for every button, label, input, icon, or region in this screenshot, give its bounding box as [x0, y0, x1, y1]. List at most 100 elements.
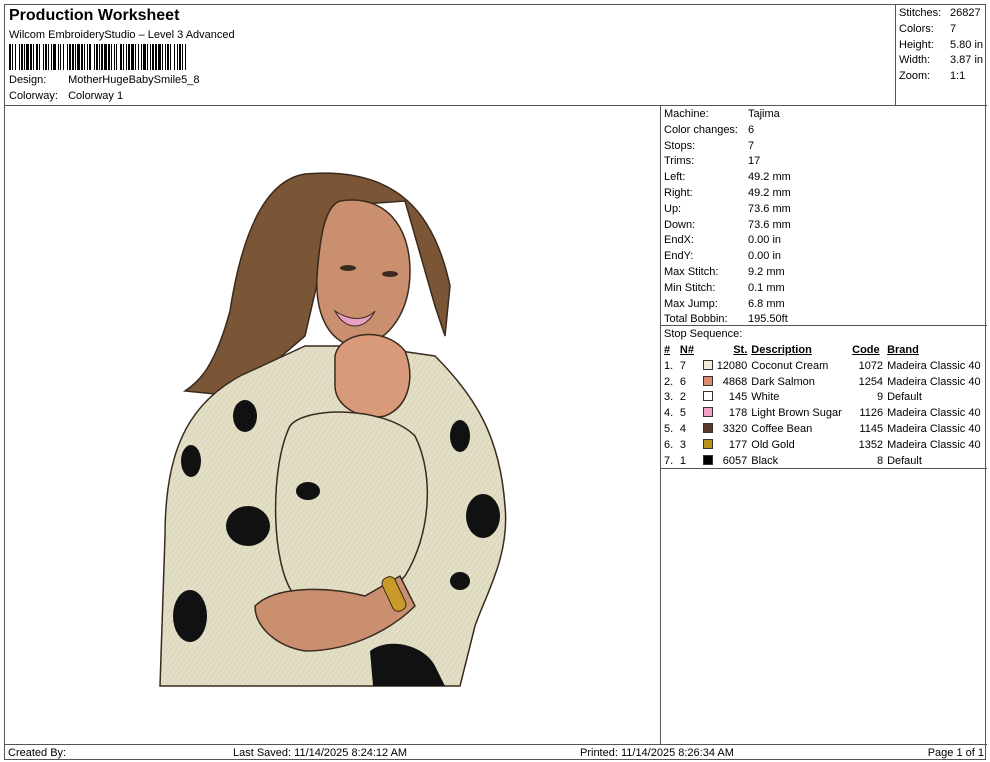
polka-dot: [181, 445, 201, 477]
summary-label: Stitches:: [899, 7, 942, 19]
row-needle: 4: [679, 423, 687, 436]
summary-row: Colors: 7: [899, 22, 987, 38]
row-stitches: 4868: [722, 375, 748, 388]
row-needle: 2: [679, 391, 687, 404]
row-seq: 6.: [664, 438, 674, 451]
swatch-cell: [702, 437, 717, 453]
row-stitches: 6057: [722, 454, 748, 467]
machine-value: 49.2 mm: [748, 171, 791, 184]
row-brand: Madeira Classic 40: [887, 438, 981, 451]
summary-row: Width: 3.87 in: [899, 53, 987, 69]
machine-label: Stops:: [664, 139, 696, 152]
colorway-label: Colorway:: [9, 90, 58, 102]
table-row: 6. 3 177 Old Gold 1352 Madeira Classic 40: [664, 437, 987, 453]
row-brand: Madeira Classic 40: [887, 423, 981, 436]
color-swatch: [702, 391, 713, 402]
machine-value: 6: [748, 123, 755, 136]
polka-dot: [173, 590, 207, 642]
row-brand: Madeira Classic 40: [887, 359, 981, 372]
summary-label: Colors:: [899, 22, 934, 35]
row-needle: 1: [679, 454, 687, 467]
software-subtitle: Wilcom EmbroideryStudio – Level 3 Advanc…: [9, 29, 235, 41]
machine-value: 49.2 mm: [748, 186, 791, 199]
polka-dot: [450, 572, 470, 590]
summary-value: 5.80 in: [950, 38, 984, 51]
stop-sequence-caption: Stop Sequence:: [664, 328, 743, 340]
table-row: 1. 7 12080 Coconut Cream 1072 Madeira Classic…: [664, 358, 987, 374]
barcode: [9, 44, 311, 70]
row-brand: Default: [887, 454, 922, 467]
row-code: 9: [876, 391, 884, 404]
summary-row: Stitches: 26827: [899, 6, 987, 22]
machine-value: 73.6 mm: [748, 202, 791, 215]
machine-label: Right:: [664, 186, 693, 199]
machine-value: 73.6 mm: [748, 218, 791, 231]
machine-label: EndY:: [664, 250, 694, 263]
machine-row: Max Jump: 6.8 mm: [664, 297, 987, 313]
row-description: Dark Salmon: [751, 375, 815, 388]
color-swatch: [702, 454, 713, 465]
machine-value: 0.1 mm: [748, 281, 785, 294]
machine-info: Machine: Tajima Color changes: 6 Stops: 7 T…: [661, 106, 987, 328]
col-seq: #: [664, 344, 671, 356]
row-seq: 3.: [664, 391, 674, 404]
machine-row: Down: 73.6 mm: [664, 218, 987, 234]
summary-value: 26827: [950, 7, 981, 19]
row-seq: 5.: [664, 423, 674, 436]
machine-value: 0.00 in: [748, 234, 782, 247]
machine-row: Stops: 7: [664, 139, 987, 155]
machine-value: 0.00 in: [748, 250, 782, 263]
table-header-row: # N# St. Description Code Brand: [664, 342, 987, 358]
color-swatch: [702, 438, 713, 449]
row-stitches: 177: [728, 438, 748, 451]
page-title: Production Worksheet: [9, 7, 180, 24]
row-needle: 6: [679, 375, 687, 388]
colorway-row: Colorway: Colorway 1: [9, 90, 123, 102]
row-brand: Default: [887, 391, 922, 404]
machine-row: Min Stitch: 0.1 mm: [664, 281, 987, 297]
footer: Created By: Last Saved: 11/14/2025 8:24:…: [5, 744, 987, 761]
machine-row: Left: 49.2 mm: [664, 170, 987, 186]
row-description: Light Brown Sugar: [751, 407, 842, 420]
info-panel: Machine: Tajima Color changes: 6 Stops: 7 T…: [661, 106, 987, 744]
machine-label: Up:: [664, 202, 682, 215]
summary-panel: Stitches: 26827 Colors: 7 Height: 5.80 in W…: [895, 5, 987, 106]
swatch-cell: [702, 358, 717, 374]
row-code: 1352: [858, 438, 884, 451]
summary-row: Height: 5.80 in: [899, 38, 987, 54]
embroidery-design-image: [159, 172, 507, 687]
eye-shape: [340, 265, 356, 271]
summary-value: 1:1: [950, 70, 966, 83]
row-code: 1072: [858, 359, 884, 372]
row-brand: Madeira Classic 40: [887, 375, 981, 388]
eye-shape: [382, 271, 398, 277]
row-stitches: 178: [728, 407, 748, 420]
color-swatch: [702, 375, 713, 386]
row-description: Black: [751, 454, 779, 467]
col-num: N#: [679, 344, 694, 356]
machine-value: 195.50ft: [748, 313, 788, 326]
stop-sequence-table: # N# St. Description Code Brand 1. 7 12080…: [664, 342, 987, 469]
printed-date: Printed: 11/14/2025 8:26:34 AM: [580, 747, 734, 759]
machine-row: Machine: Tajima: [664, 107, 987, 123]
machine-label: Color changes:: [664, 123, 738, 136]
row-code: 1126: [859, 407, 884, 420]
row-stitches: 3320: [722, 423, 748, 436]
row-code: 1254: [858, 375, 884, 388]
machine-label: Machine:: [664, 108, 709, 120]
summary-label: Width:: [899, 54, 931, 67]
summary-row: Zoom: 1:1: [899, 69, 987, 85]
machine-row: EndX: 0.00 in: [664, 233, 987, 249]
machine-row: Right: 49.2 mm: [664, 186, 987, 202]
machine-value: 7: [748, 139, 755, 152]
row-description: White: [751, 391, 780, 404]
table-row: 5. 4 3320 Coffee Bean 1145 Madeira Classic 40: [664, 421, 987, 437]
col-description: Description: [751, 344, 812, 356]
design-value: MotherHugeBabySmile5_8: [68, 74, 200, 86]
last-saved: Last Saved: 11/14/2025 8:24:12 AM: [233, 747, 408, 759]
row-seq: 2.: [664, 375, 674, 388]
swatch-cell: [702, 405, 717, 421]
swatch-cell: [702, 390, 717, 406]
worksheet: Production Worksheet Wilcom EmbroiderySt…: [4, 4, 987, 761]
table-row: 3. 2 145 White 9 Default: [664, 390, 987, 406]
